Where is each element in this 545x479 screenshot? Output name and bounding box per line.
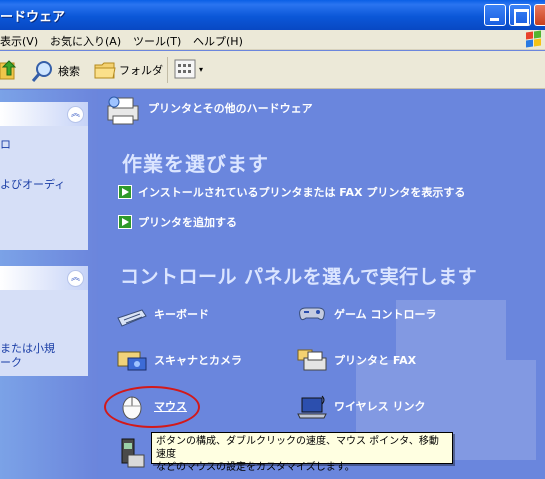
title-bar: ードウェア bbox=[0, 0, 545, 30]
left-panel-2-link-line-2[interactable]: ーク bbox=[0, 354, 22, 370]
folders-label: フォルダ bbox=[119, 64, 163, 77]
left-panel-2-header[interactable]: ︽ bbox=[0, 266, 88, 290]
control-panel-heading: コントロール パネルを選んで実行します bbox=[120, 266, 478, 288]
menu-bar: 表示(V) お気に入り(A) ツール(T) ヘルプ(H) bbox=[0, 30, 545, 50]
keyboard-icon bbox=[117, 309, 147, 327]
folder-icon bbox=[94, 62, 116, 79]
cp-item-game-controller-label: ゲーム コントローラ bbox=[334, 308, 437, 321]
search-button[interactable]: 検索 bbox=[31, 59, 80, 83]
views-button[interactable]: ▾ bbox=[174, 59, 203, 79]
left-panel-1-link-2[interactable]: よびオーディ bbox=[0, 176, 65, 192]
toolbar: 検索 フォルダ ▾ bbox=[0, 51, 545, 89]
left-panel-1: ︽ ロ よびオーディ bbox=[0, 102, 88, 250]
mouse-tooltip: ボタンの構成、ダブルクリックの速度、マウス ポインタ、移動速度 などのマウスの設… bbox=[151, 432, 453, 473]
green-arrow-icon bbox=[118, 185, 132, 199]
main-content: プリンタとその他のハードウェア 作業を選びます インストールされているプリンタま… bbox=[98, 90, 545, 479]
cp-item-scanner-camera-label: スキャナとカメラ bbox=[154, 354, 242, 367]
task-view-printers-label: インストールされているプリンタまたは FAX プリンタを表示する bbox=[138, 186, 466, 199]
cp-item-printer-fax[interactable]: プリンタと FAX bbox=[296, 346, 416, 374]
cp-item-keyboard-label: キーボード bbox=[154, 308, 209, 321]
cp-item-wireless-link-label: ワイヤレス リンク bbox=[334, 400, 426, 413]
left-panel-1-header[interactable]: ︽ bbox=[0, 102, 88, 126]
minimize-button[interactable] bbox=[484, 4, 506, 26]
menu-favorites[interactable]: お気に入り(A) bbox=[50, 33, 121, 49]
wireless-link-icon bbox=[297, 395, 327, 419]
maximize-button[interactable] bbox=[509, 4, 531, 26]
search-label: 検索 bbox=[58, 65, 80, 78]
task-view-printers[interactable]: インストールされているプリンタまたは FAX プリンタを表示する bbox=[118, 184, 465, 200]
task-add-printer-label: プリンタを追加する bbox=[138, 216, 237, 229]
scanner-camera-icon bbox=[117, 351, 147, 371]
printer-hardware-category-icon bbox=[107, 96, 139, 125]
search-icon bbox=[31, 61, 52, 82]
task-heading: 作業を選びます bbox=[122, 152, 269, 176]
green-arrow-icon bbox=[118, 215, 132, 229]
chevron-down-icon: ▾ bbox=[199, 64, 204, 74]
left-panel-2: ︽ または小規 ーク bbox=[0, 266, 88, 376]
menu-tools[interactable]: ツール(T) bbox=[133, 33, 181, 49]
menu-help[interactable]: ヘルプ(H) bbox=[193, 33, 243, 49]
printer-fax-icon bbox=[297, 349, 327, 371]
left-task-pane: ︽ ロ よびオーディ ︽ または小規 ーク bbox=[0, 90, 98, 479]
cp-item-keyboard[interactable]: キーボード bbox=[116, 300, 209, 328]
collapse-chevron-icon[interactable]: ︽ bbox=[67, 106, 84, 123]
windows-logo-icon bbox=[526, 30, 542, 49]
phone-modem-icon bbox=[121, 438, 145, 468]
up-folder-button[interactable] bbox=[0, 59, 18, 81]
cp-item-scanner-camera[interactable]: スキャナとカメラ bbox=[116, 346, 242, 374]
tooltip-line-1: ボタンの構成、ダブルクリックの速度、マウス ポインタ、移動速度 bbox=[156, 436, 439, 460]
cp-item-game-controller[interactable]: ゲーム コントローラ bbox=[296, 300, 437, 328]
window-title: ードウェア bbox=[0, 10, 66, 25]
cp-item-wireless-link[interactable]: ワイヤレス リンク bbox=[296, 392, 426, 420]
game-controller-icon bbox=[299, 307, 325, 321]
views-icon bbox=[174, 59, 196, 79]
highlight-circle bbox=[104, 386, 200, 428]
menu-view[interactable]: 表示(V) bbox=[0, 33, 38, 49]
task-add-printer[interactable]: プリンタを追加する bbox=[118, 214, 237, 230]
cp-item-printer-fax-label: プリンタと FAX bbox=[334, 354, 417, 367]
close-button[interactable] bbox=[534, 4, 545, 26]
folders-button[interactable]: フォルダ bbox=[94, 59, 163, 81]
tooltip-line-2: などのマウスの設定をカスタマイズします。 bbox=[156, 462, 355, 473]
category-title: プリンタとその他のハードウェア bbox=[148, 102, 313, 115]
toolbar-separator bbox=[167, 57, 168, 83]
up-arrow-icon bbox=[0, 60, 17, 80]
left-panel-1-link-1[interactable]: ロ bbox=[0, 136, 11, 152]
collapse-chevron-icon[interactable]: ︽ bbox=[67, 270, 84, 287]
